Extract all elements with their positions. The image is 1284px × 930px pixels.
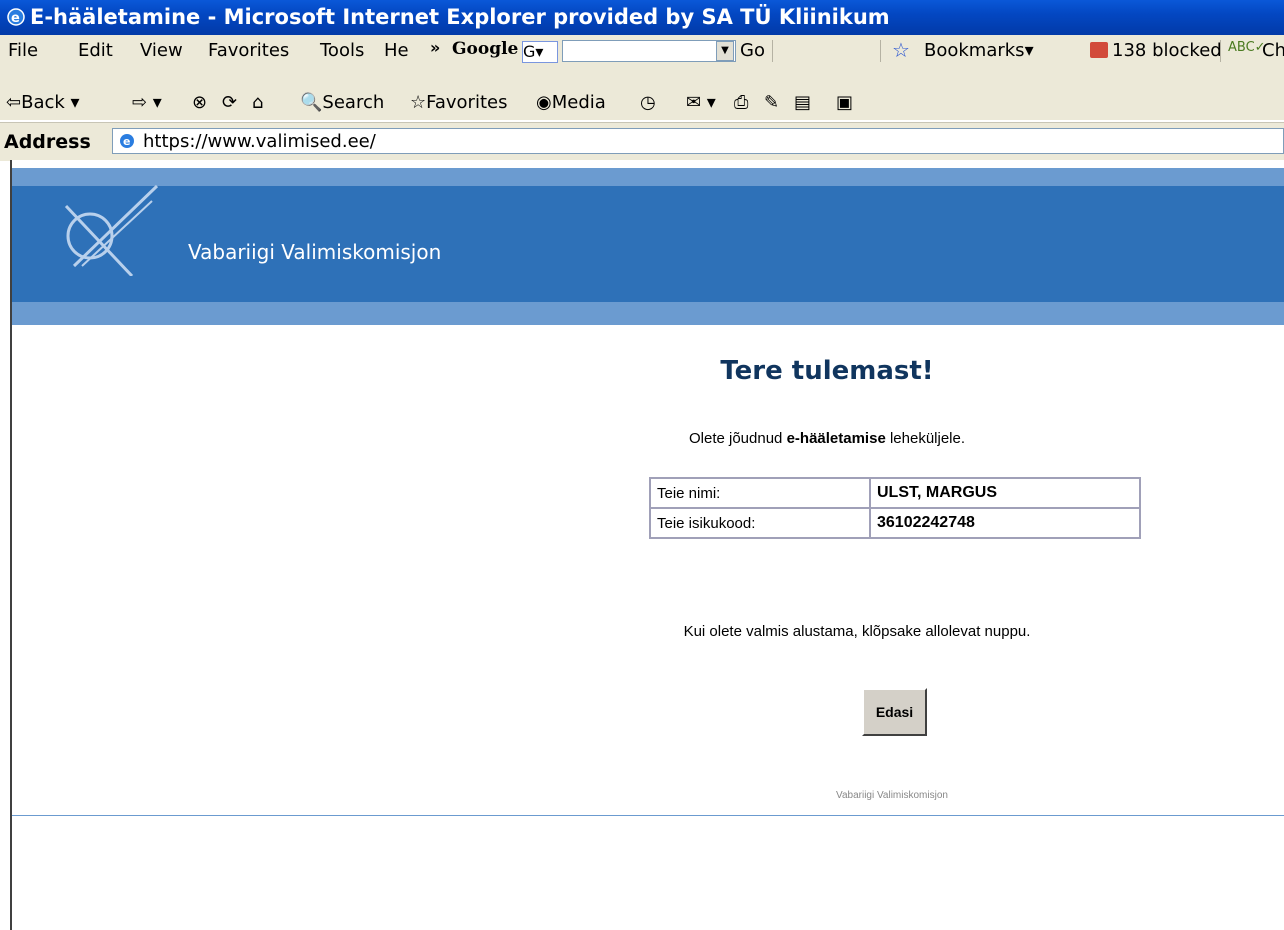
back-button[interactable]: ⇦Back ▾ xyxy=(6,92,80,113)
search-button[interactable]: 🔍Search xyxy=(300,92,384,113)
menu-file[interactable]: File xyxy=(8,40,38,61)
menu-bar: File Edit View Favorites Tools He » Goog… xyxy=(0,35,1284,67)
menu-edit[interactable]: Edit xyxy=(78,40,113,61)
history-icon[interactable]: ◷ xyxy=(640,92,656,113)
home-icon[interactable]: ⌂ xyxy=(252,92,263,113)
forward-button[interactable]: ⇨ ▾ xyxy=(132,92,162,113)
spellcheck-button[interactable]: Ch xyxy=(1262,40,1284,61)
window-title: E-hääletamine - Microsoft Internet Explo… xyxy=(30,5,890,29)
address-url: https://www.valimised.ee/ xyxy=(143,131,376,152)
favorites-button[interactable]: ☆Favorites xyxy=(410,92,507,113)
id-code-label: Teie isikukood: xyxy=(649,507,871,539)
header-band-bottom xyxy=(12,302,1284,325)
bookmarks-star-icon[interactable]: ☆ xyxy=(892,38,910,62)
id-code-value: 36102242748 xyxy=(869,507,1141,539)
toolbar-separator xyxy=(772,40,773,62)
organization-name: Vabariigi Valimiskomisjon xyxy=(188,240,442,264)
messenger-icon[interactable]: ▣ xyxy=(836,92,853,113)
name-value: ULST, MARGUS xyxy=(869,477,1141,509)
ie-logo-icon: e xyxy=(7,8,25,26)
address-label: Address xyxy=(4,131,91,153)
stop-icon[interactable]: ⊗ xyxy=(192,92,207,113)
popup-blocked-button[interactable]: 138 blocked xyxy=(1112,40,1222,61)
intro-bold-text: e-hääletamise xyxy=(786,430,886,447)
header-band-top xyxy=(12,168,1284,186)
voter-info-table: Teie nimi: ULST, MARGUS Teie isikukood: … xyxy=(649,477,1141,539)
google-g-button[interactable]: G▾ xyxy=(522,41,558,63)
media-button[interactable]: ◉Media xyxy=(536,92,606,113)
popup-blocked-icon[interactable] xyxy=(1090,42,1108,58)
menu-help[interactable]: He xyxy=(384,40,409,61)
address-bar: Address e https://www.valimised.ee/ xyxy=(0,122,1284,161)
spellcheck-icon[interactable]: ABC✓ xyxy=(1228,40,1266,55)
menu-overflow-chevron-icon[interactable]: » xyxy=(430,38,440,57)
table-row: Teie nimi: ULST, MARGUS xyxy=(649,477,1141,509)
next-button[interactable]: Edasi xyxy=(862,688,927,736)
intro-text: Olete jõudnud e-hääletamise leheküljele. xyxy=(688,430,966,447)
page-ie-icon: e xyxy=(120,134,134,148)
svg-text:e: e xyxy=(123,135,130,148)
google-logo: Google xyxy=(452,39,519,59)
menu-tools[interactable]: Tools xyxy=(320,40,364,61)
window-titlebar[interactable]: e E-hääletamine - Microsoft Internet Exp… xyxy=(0,0,1284,35)
google-dropdown-arrow-icon[interactable]: ▼ xyxy=(716,41,734,61)
address-input[interactable]: e https://www.valimised.ee/ xyxy=(112,128,1284,154)
page-viewport: Vabariigi Valimiskomisjon Tere tulemast!… xyxy=(10,160,1284,930)
print-icon[interactable]: ⎙ xyxy=(734,92,748,113)
menu-favorites[interactable]: Favorites xyxy=(208,40,289,61)
google-search-input[interactable] xyxy=(562,40,736,62)
page-title: Tere tulemast! xyxy=(720,356,934,386)
menu-view[interactable]: View xyxy=(140,40,183,61)
instruction-text: Kui olete valmis alustama, klõpsake allo… xyxy=(683,623,1031,640)
table-row: Teie isikukood: 36102242748 xyxy=(649,507,1141,539)
footer-divider xyxy=(12,815,1284,816)
footer-text: Vabariigi Valimiskomisjon xyxy=(836,790,948,801)
header-banner: Vabariigi Valimiskomisjon xyxy=(12,184,1284,302)
svg-text:e: e xyxy=(11,11,20,26)
toolbar-spacer xyxy=(0,66,1284,88)
edit-icon[interactable]: ✎ xyxy=(764,92,779,113)
election-logo-icon xyxy=(64,184,159,276)
bookmarks-button[interactable]: Bookmarks▾ xyxy=(924,40,1034,61)
name-label: Teie nimi: xyxy=(649,477,871,509)
google-go-button[interactable]: Go xyxy=(740,40,765,61)
toolbar-separator xyxy=(880,40,881,62)
discuss-icon[interactable]: ▤ xyxy=(794,92,811,113)
refresh-icon[interactable]: ⟳ xyxy=(222,92,237,113)
toolbar-separator xyxy=(1220,40,1221,62)
standard-toolbar: ⇦Back ▾ ⇨ ▾ ⊗ ⟳ ⌂ 🔍Search ☆Favorites ◉Me… xyxy=(0,88,1284,120)
mail-icon[interactable]: ✉ ▾ xyxy=(686,92,716,113)
